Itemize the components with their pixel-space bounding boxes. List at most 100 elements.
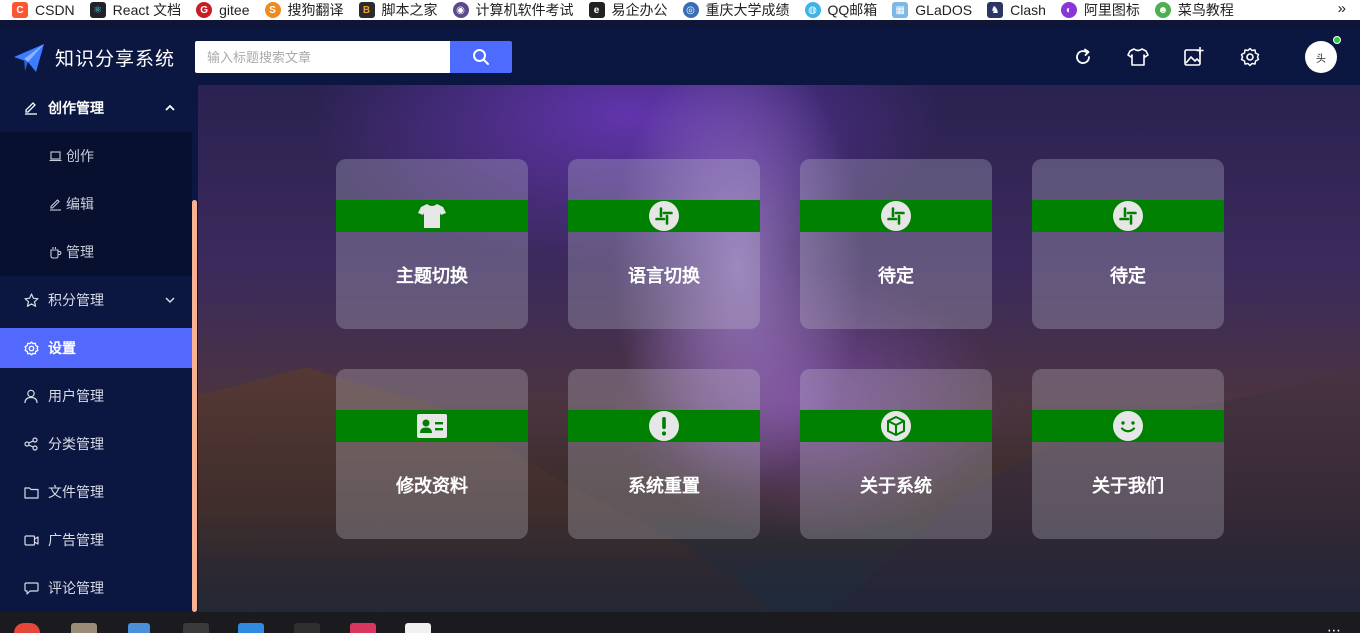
sidebar-item-user-management[interactable]: 用户管理	[0, 376, 192, 416]
card-about-system[interactable]: 关于系统	[800, 369, 992, 539]
sidebar-item-label: 文件管理	[48, 484, 104, 500]
bookmarks-bar: C CSDN ⚛ React 文档 Ggitee S 搜狗翻译 B 脚本之家 ◉ 计算机软…	[0, 0, 1360, 20]
bookmark-clash[interactable]: ♞ Clash	[987, 0, 1046, 20]
chevron-down-icon	[165, 297, 175, 304]
shell-taskbar-icon[interactable]	[294, 623, 320, 633]
ruankao-icon: ◉	[452, 2, 469, 18]
bookmark-iconfont[interactable]: ◐ 阿里图标	[1060, 0, 1140, 20]
sidebar-subitem-label: 管理	[66, 244, 94, 260]
card-edit-profile[interactable]: 修改资料	[336, 369, 528, 539]
terminal-taskbar-icon[interactable]	[183, 623, 209, 633]
bookmark-label: gitee	[219, 2, 250, 18]
add-image-icon	[1184, 47, 1204, 66]
refresh-button[interactable]	[1072, 46, 1094, 68]
gear-icon	[1240, 47, 1260, 67]
settings-panel: 主题切换 语言切换 待定 待定 修改资料 系统重置 关于系统 关于我们	[198, 85, 1360, 612]
bookmark-label: GLaDOS	[915, 2, 973, 18]
sidebar-item-label: 分类管理	[48, 436, 104, 452]
shirt-icon	[418, 204, 446, 228]
search-input[interactable]	[195, 41, 451, 73]
vscode-taskbar-icon[interactable]	[238, 623, 264, 633]
box-icon	[881, 411, 911, 441]
sidebar-subitem-manage[interactable]: 管理	[0, 232, 192, 272]
add-image-button[interactable]	[1183, 46, 1205, 68]
app-taskbar-icon[interactable]	[350, 623, 376, 633]
card-band	[1032, 410, 1224, 442]
sidebar-item-create-management[interactable]: 创作管理	[0, 88, 192, 128]
bookmark-cqu[interactable]: ◎ 重庆大学成绩	[682, 0, 790, 20]
cup-icon	[48, 245, 62, 259]
sidebar-item-ad-management[interactable]: 广告管理	[0, 520, 192, 560]
card-band	[1032, 200, 1224, 232]
bookmark-yiqi[interactable]: e 易企办公	[588, 0, 668, 20]
card-label: 待定	[878, 266, 914, 286]
slack-icon	[1113, 201, 1143, 231]
sidebar-subitem-label: 编辑	[66, 196, 94, 212]
exclamation-icon	[649, 411, 679, 441]
bookmark-runoob[interactable]: ☻ 菜鸟教程	[1154, 0, 1234, 20]
star-icon	[23, 292, 39, 308]
card-label: 系统重置	[628, 476, 700, 496]
sidebar-subitem-edit[interactable]: 编辑	[0, 184, 192, 224]
app-title: 知识分享系统	[55, 49, 176, 70]
card-theme-switch[interactable]: 主题切换	[336, 159, 528, 329]
bookmark-qqmail[interactable]: ◍ QQ邮箱	[804, 0, 877, 20]
bookmark-jb51[interactable]: B 脚本之家	[358, 0, 438, 20]
card-band	[568, 410, 760, 442]
comment-icon	[23, 580, 39, 596]
cqu-icon: ◎	[682, 2, 699, 18]
id-card-icon	[417, 414, 447, 438]
sidebar-subitem-create[interactable]: 创作	[0, 136, 192, 176]
bookmark-label: 重庆大学成绩	[705, 2, 790, 18]
card-system-reset[interactable]: 系统重置	[568, 369, 760, 539]
bookmark-react[interactable]: ⚛ React 文档	[89, 0, 181, 20]
bookmark-ruankao[interactable]: ◉ 计算机软件考试	[452, 0, 574, 20]
qqmail-icon: ◍	[804, 2, 821, 18]
edit-icon	[23, 100, 39, 116]
bookmark-glados[interactable]: ▦ GLaDOS	[892, 0, 972, 20]
bookmark-label: 菜鸟教程	[1177, 2, 1234, 18]
slack-icon	[649, 201, 679, 231]
sidebar-item-points-management[interactable]: 积分管理	[0, 280, 192, 320]
sidebar-item-category-management[interactable]: 分类管理	[0, 424, 192, 464]
search-button[interactable]	[450, 41, 512, 73]
chrome-taskbar-icon[interactable]	[14, 623, 40, 633]
card-language-switch[interactable]: 语言切换	[568, 159, 760, 329]
bookmark-label: 易企办公	[611, 2, 668, 18]
folder-icon	[23, 484, 39, 500]
iconfont-icon: ◐	[1060, 2, 1077, 18]
gear-icon	[23, 340, 39, 356]
bookmark-sogou[interactable]: S 搜狗翻译	[264, 0, 344, 20]
card-pending-1[interactable]: 待定	[800, 159, 992, 329]
chevron-up-icon	[165, 104, 175, 111]
settings-button[interactable]	[1239, 46, 1261, 68]
card-about-us[interactable]: 关于我们	[1032, 369, 1224, 539]
sidebar-item-file-management[interactable]: 文件管理	[0, 472, 192, 512]
card-label: 语言切换	[628, 266, 700, 286]
show-apps-icon[interactable]: ⋯	[1327, 622, 1342, 633]
refresh-icon	[1076, 48, 1090, 64]
document-taskbar-icon[interactable]	[128, 623, 150, 633]
user-avatar[interactable]: 头	[1305, 41, 1337, 73]
sidebar-scrollbar[interactable]	[192, 200, 197, 612]
yiqi-icon: e	[588, 2, 605, 18]
sidebar-item-label: 积分管理	[48, 292, 104, 308]
files-taskbar-icon[interactable]	[71, 623, 97, 633]
sidebar-item-label: 广告管理	[48, 532, 104, 548]
bookmark-label: 脚本之家	[381, 2, 438, 18]
sogou-icon: S	[264, 2, 281, 18]
shirt-icon	[1127, 48, 1149, 66]
bookmarks-overflow-button[interactable]: »	[1338, 0, 1346, 18]
sidebar-item-comment-management[interactable]: 评论管理	[0, 568, 192, 608]
theme-button[interactable]	[1127, 46, 1149, 68]
bookmark-csdn[interactable]: C CSDN	[12, 0, 75, 20]
sidebar-item-label: 评论管理	[48, 580, 104, 596]
card-pending-2[interactable]: 待定	[1032, 159, 1224, 329]
smile-icon	[1113, 411, 1143, 441]
user-icon	[23, 388, 39, 404]
app-header: 知识分享系统 头	[0, 28, 1360, 85]
react-icon: ⚛	[89, 2, 106, 18]
app-taskbar-icon[interactable]	[405, 623, 431, 633]
sidebar-item-settings[interactable]: 设置	[0, 328, 192, 368]
bookmark-gitee[interactable]: Ggitee	[196, 0, 250, 20]
